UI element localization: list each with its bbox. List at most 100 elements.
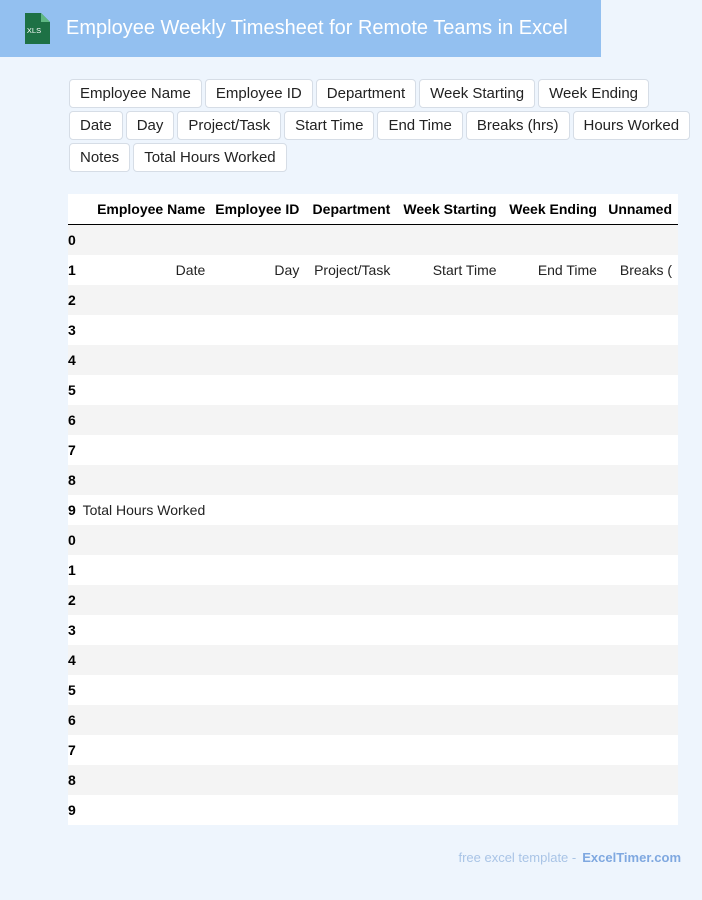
- table-cell: [75, 645, 212, 675]
- table-row: 7: [68, 435, 678, 465]
- table-cell: [603, 315, 678, 345]
- table-cell: [602, 345, 678, 375]
- table-cell: [211, 405, 306, 435]
- table-cell: [211, 705, 306, 735]
- table-cell: Start Time: [432, 262, 497, 278]
- table-cell: [211, 765, 306, 795]
- table-cell: [76, 555, 211, 585]
- table-cell: [305, 615, 396, 645]
- table-cell: [305, 675, 396, 705]
- table-cell: [305, 405, 397, 435]
- table-cell: [211, 525, 306, 555]
- table-cell: Breaks (: [619, 262, 672, 278]
- table-cell: [211, 585, 306, 615]
- table-row: 1: [68, 555, 678, 585]
- table-cell: [602, 525, 678, 555]
- column-header: [68, 194, 76, 225]
- table-row: 5: [68, 375, 678, 405]
- row-index: 5: [68, 382, 76, 398]
- column-chip[interactable]: Week Starting: [419, 79, 536, 108]
- table-cell: [75, 345, 212, 375]
- table-row: 6: [68, 405, 678, 435]
- footer-brand-link[interactable]: ExcelTimer.com: [582, 850, 681, 865]
- row-index: 5: [68, 682, 76, 698]
- table-cell: [305, 705, 397, 735]
- table-cell: [502, 705, 603, 735]
- row-index: 6: [68, 705, 76, 735]
- table-cell: [396, 405, 503, 435]
- table-cell: [396, 705, 503, 735]
- column-chip[interactable]: Hours Worked: [572, 111, 691, 140]
- table-cell: [305, 645, 397, 675]
- table-cell: [75, 705, 212, 735]
- table-cell: [502, 525, 603, 555]
- column-chip[interactable]: Project/Task: [177, 111, 282, 140]
- table-cell: [396, 615, 502, 645]
- icon-label: XLS: [27, 26, 41, 35]
- column-chip[interactable]: Department: [315, 79, 417, 108]
- footer-text: free excel template -: [458, 850, 577, 865]
- table-cell: [603, 495, 678, 525]
- row-index: 7: [68, 742, 76, 758]
- table-cell: [305, 735, 396, 765]
- column-chip[interactable]: Day: [125, 111, 175, 140]
- table-cell: [75, 585, 212, 615]
- table-cell: [76, 735, 211, 765]
- column-chip[interactable]: Employee ID: [204, 79, 313, 108]
- table-row: 8: [68, 465, 678, 495]
- table-row: 6: [68, 705, 678, 735]
- table-cell: [305, 525, 397, 555]
- column-chip[interactable]: Date: [69, 111, 123, 140]
- table-cell: [502, 224, 603, 255]
- column-chip[interactable]: End Time: [377, 111, 463, 140]
- table-cell: Total Hours Worked: [82, 502, 206, 518]
- table-cell: [396, 585, 503, 615]
- table-cell: [76, 615, 211, 645]
- table-cell: [502, 765, 603, 795]
- row-index: 4: [68, 645, 76, 675]
- table-cell: [602, 405, 678, 435]
- table-cell: [602, 224, 678, 255]
- table-cell: [502, 645, 603, 675]
- table-cell: [603, 435, 678, 465]
- column-chip[interactable]: Total Hours Worked: [133, 143, 287, 172]
- table-cell: [396, 345, 503, 375]
- row-index: 8: [68, 765, 76, 795]
- table-row: 7: [68, 735, 678, 765]
- table-cell: [602, 285, 678, 315]
- table-row: 1 Date Day Project/Task Start Time End Time Br…: [68, 255, 678, 285]
- table-cell: [503, 375, 603, 405]
- table-cell: [305, 555, 396, 585]
- row-index: 1: [68, 562, 76, 578]
- table-cell: [211, 675, 305, 705]
- table-row: 9 Total Hours Worked: [68, 495, 678, 525]
- column-header: Week Ending: [502, 194, 603, 225]
- table-cell: [305, 495, 396, 525]
- table-cell: [305, 375, 396, 405]
- table-cell: [211, 285, 306, 315]
- table-cell: [396, 465, 503, 495]
- table-cell: [602, 765, 678, 795]
- column-header: Unnamed: [602, 194, 678, 225]
- table-cell: [396, 735, 502, 765]
- table-cell: [211, 224, 306, 255]
- table-cell: [211, 345, 306, 375]
- table-row: 3: [68, 315, 678, 345]
- table-row: 0: [68, 224, 678, 255]
- table-cell: [503, 315, 603, 345]
- table-cell: [211, 795, 305, 825]
- table-cell: [396, 555, 502, 585]
- row-index: 1: [68, 262, 76, 278]
- row-index: 9: [68, 802, 76, 818]
- row-index: 3: [68, 622, 76, 638]
- column-chip[interactable]: Week Ending: [538, 79, 650, 108]
- table-row: 8: [68, 765, 678, 795]
- column-chip[interactable]: Notes: [69, 143, 131, 172]
- column-chip[interactable]: Start Time: [284, 111, 375, 140]
- column-chip[interactable]: Employee Name: [69, 79, 202, 108]
- table-cell: Date: [175, 262, 206, 278]
- column-chip[interactable]: Breaks (hrs): [465, 111, 570, 140]
- row-index: 0: [68, 224, 76, 255]
- footer: free excel template - ExcelTimer.com: [458, 850, 681, 865]
- table-cell: [305, 465, 397, 495]
